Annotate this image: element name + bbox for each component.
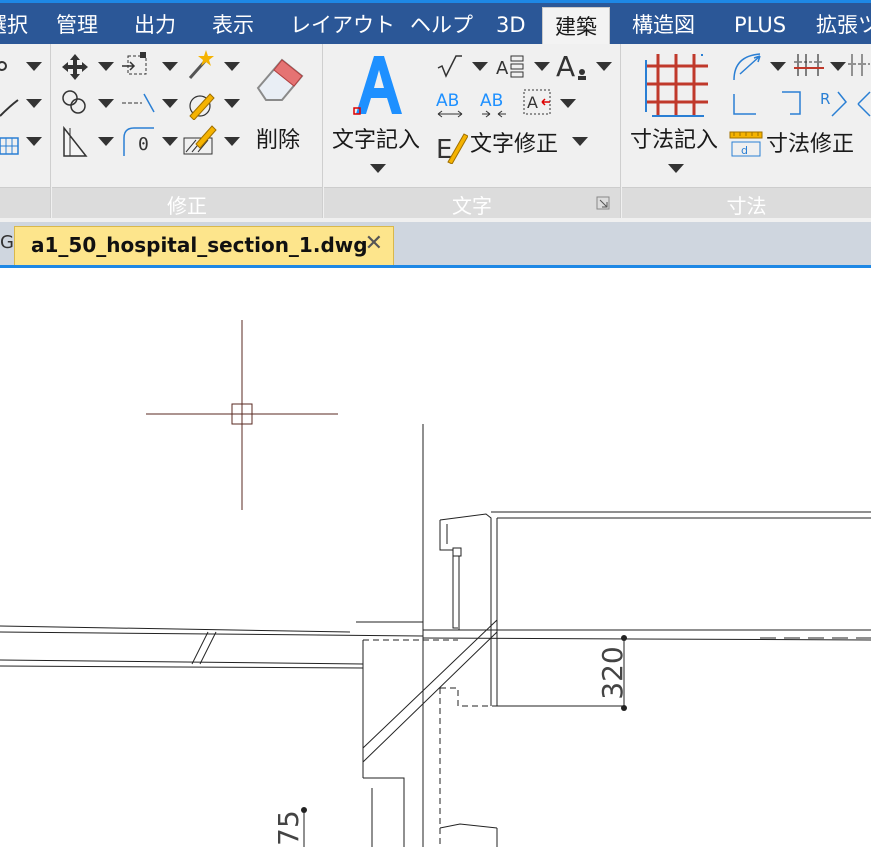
dim-partial-2-icon[interactable]	[856, 88, 871, 118]
eraser-icon[interactable]	[252, 54, 308, 106]
dropdown-caret[interactable]	[370, 164, 386, 173]
cad-drawing: 320 75	[0, 320, 871, 847]
svg-text:R: R	[820, 90, 830, 108]
text-spacing-narrow-icon[interactable]: AB	[478, 88, 512, 120]
svg-text:A: A	[496, 58, 509, 79]
svg-text:AB: AB	[436, 91, 459, 111]
menu-bar: 選択 管理 出力 表示 レイアウト ヘルプ 3D 建築 構造図 PLUS 拡張ツ	[0, 0, 871, 47]
dropdown-caret[interactable]	[472, 62, 488, 71]
copy-circles-icon[interactable]	[60, 88, 92, 118]
crosshair-cursor	[146, 320, 338, 510]
corner-dim-right-icon[interactable]	[776, 88, 810, 118]
dropdown-caret[interactable]	[668, 164, 684, 173]
menu-plus[interactable]: PLUS	[734, 9, 786, 41]
menu-structure[interactable]: 構造図	[632, 9, 695, 41]
fillet-radius-value: 0	[138, 134, 149, 155]
panel-modify: 削除 0 修正	[52, 44, 323, 218]
dropdown-caret[interactable]	[98, 62, 114, 71]
text-align-icon[interactable]: A	[496, 52, 528, 80]
dimension-value-320: 320	[596, 646, 629, 699]
text-spacing-wide-icon[interactable]: AB	[434, 88, 468, 120]
panel-title-text: 文字	[452, 194, 492, 218]
panel-title-dimension: 寸法	[726, 194, 767, 218]
menu-architecture[interactable]: 建築	[542, 7, 610, 47]
dropdown-caret[interactable]	[162, 137, 178, 146]
dropdown-caret[interactable]	[162, 99, 178, 108]
delete-label[interactable]: 削除	[256, 122, 300, 154]
drawing-canvas[interactable]: 320 75	[0, 268, 871, 847]
corner-dim-icon[interactable]	[730, 88, 764, 118]
text-edit-icon[interactable]: E	[436, 128, 468, 164]
menu-output[interactable]: 出力	[134, 9, 176, 41]
dropdown-caret[interactable]	[26, 62, 42, 71]
dropdown-caret[interactable]	[830, 62, 846, 71]
sqrt-icon[interactable]	[436, 54, 464, 80]
text-entry-icon[interactable]	[350, 52, 406, 118]
dimension-node	[621, 635, 627, 641]
dropdown-caret[interactable]	[534, 62, 550, 71]
dim-ruler-icon[interactable]: d	[728, 130, 764, 158]
section-linework	[0, 424, 871, 847]
panel-launcher-icon[interactable]	[596, 196, 610, 210]
dropdown-caret[interactable]	[224, 99, 240, 108]
strikethrough-dim-icon[interactable]	[792, 50, 826, 80]
svg-text:d: d	[741, 144, 748, 157]
document-tab-label: a1_50_hospital_section_1.dwg	[31, 233, 368, 257]
menu-select[interactable]: 選択	[0, 9, 28, 41]
dropdown-caret[interactable]	[560, 99, 576, 108]
document-tab-bar: G a1_50_hospital_section_1.dwg ✕	[0, 222, 871, 268]
dimension-grid-icon[interactable]	[644, 52, 710, 118]
menu-3d[interactable]: 3D	[496, 9, 526, 41]
dropdown-caret[interactable]	[224, 62, 240, 71]
panel-title-modify: 修正	[167, 194, 207, 218]
dim-partial-icon[interactable]	[848, 50, 871, 80]
mirror-icon[interactable]	[60, 124, 90, 158]
pencil-icon[interactable]	[184, 88, 218, 120]
arc-dimension-icon[interactable]	[730, 50, 766, 82]
panel-text: 文字記入 A A AB AB A E 文字修正 文字	[324, 44, 621, 218]
text-entry-label[interactable]: 文字記入	[332, 122, 420, 154]
dimension-node	[621, 705, 627, 711]
dropdown-caret[interactable]	[26, 99, 42, 108]
dim-edit-label[interactable]: 寸法修正	[766, 126, 854, 158]
dropdown-caret[interactable]	[162, 62, 178, 71]
text-edit-label[interactable]: 文字修正	[470, 126, 558, 158]
panel-dimension: 寸法記入 R d 寸法修正 寸法	[622, 44, 871, 218]
dropdown-caret[interactable]	[224, 137, 240, 146]
dropdown-caret[interactable]	[98, 99, 114, 108]
menu-layout[interactable]: レイアウト	[290, 9, 395, 41]
svg-text:A: A	[527, 93, 538, 112]
magic-wand-icon[interactable]	[182, 48, 218, 82]
close-icon[interactable]: ✕	[365, 231, 383, 256]
extend-line-icon[interactable]	[120, 90, 156, 116]
dropdown-caret[interactable]	[98, 137, 114, 146]
dim-entry-label[interactable]: 寸法記入	[630, 122, 718, 154]
draw-tools-partial	[0, 61, 19, 155]
dropdown-caret[interactable]	[572, 137, 588, 146]
panel-draw-partial	[0, 44, 51, 218]
svg-text:A: A	[556, 50, 575, 82]
ribbon: 削除 0 修正 文字記入 A A AB AB A E 文字修正 文字 寸法記入 …	[0, 44, 871, 223]
dropdown-caret[interactable]	[770, 62, 786, 71]
dropdown-caret[interactable]	[26, 137, 42, 146]
stretch-icon[interactable]	[120, 50, 154, 82]
menu-extension[interactable]: 拡張ツ	[816, 9, 871, 41]
hatch-edit-icon[interactable]	[182, 124, 218, 156]
dropdown-caret[interactable]	[596, 62, 612, 71]
previous-tab[interactable]: G	[0, 232, 14, 253]
menu-view[interactable]: 表示	[212, 9, 254, 41]
dimension-value-75: 75	[272, 810, 305, 846]
text-style-icon[interactable]: A	[556, 48, 590, 82]
radius-dim-icon[interactable]: R	[818, 86, 852, 120]
document-tab-active[interactable]: a1_50_hospital_section_1.dwg ✕	[14, 226, 394, 265]
text-box-icon[interactable]: A	[522, 88, 554, 118]
menu-manage[interactable]: 管理	[56, 9, 98, 41]
move-icon[interactable]	[60, 52, 90, 82]
svg-text:AB: AB	[480, 91, 503, 111]
menu-help[interactable]: ヘルプ	[410, 9, 473, 41]
